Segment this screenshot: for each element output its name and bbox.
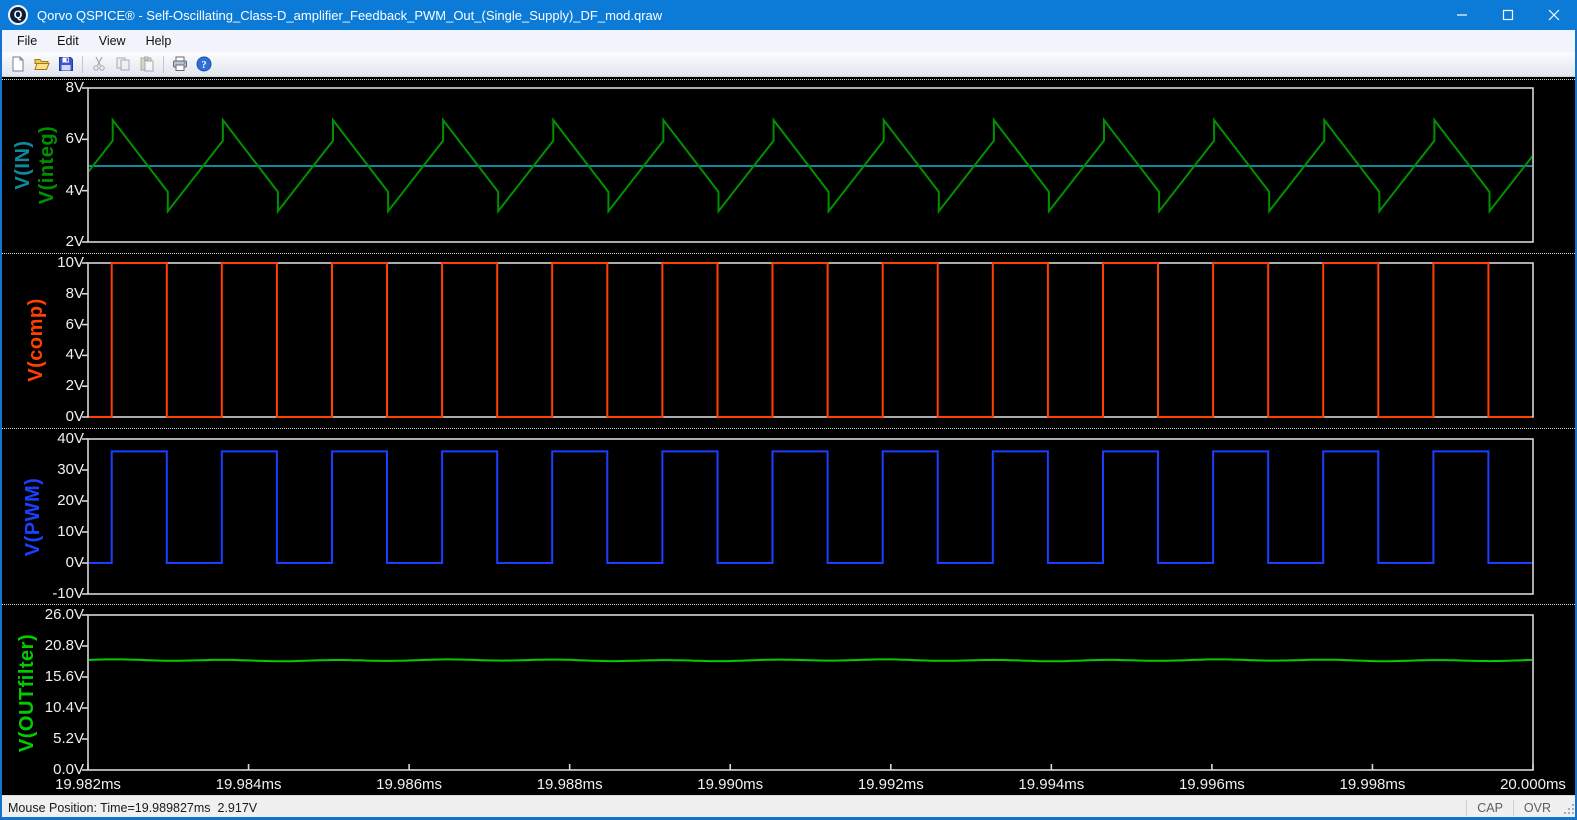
new-document-button[interactable] [6, 53, 30, 75]
trace-label-v-integ-[interactable]: V(integ) [36, 126, 58, 204]
x-tick-label: 20.000ms [1500, 776, 1566, 793]
svg-text:?: ? [202, 60, 207, 71]
x-tick-label: 19.990ms [697, 776, 764, 793]
pane-2-frame [87, 262, 1534, 418]
window-title: Qorvo QSPICE® - Self-Oscillating_Class-D… [37, 7, 663, 23]
window-controls [1439, 0, 1577, 30]
menu-edit[interactable]: Edit [47, 32, 89, 50]
open-button[interactable] [30, 53, 54, 75]
copy-button[interactable] [111, 53, 135, 75]
cut-button[interactable] [87, 53, 111, 75]
x-tick-label: 19.998ms [1339, 776, 1406, 793]
resize-grip-icon [1564, 804, 1574, 814]
y-tick-label: 40V [57, 430, 84, 447]
menubar: File Edit View Help [0, 30, 1577, 52]
save-button[interactable] [54, 53, 78, 75]
x-tick-label: 19.982ms [55, 776, 121, 793]
maximize-button[interactable] [1485, 0, 1531, 30]
trace-v-outfilter- [89, 658, 1532, 663]
help-button[interactable]: ? [192, 53, 216, 75]
save-icon [59, 57, 73, 71]
trace-label-v-pwm-[interactable]: V(PWM) [22, 477, 44, 556]
pane-separator[interactable] [0, 253, 1577, 254]
y-tick-label: 10V [57, 254, 84, 271]
toolbar-separator [163, 55, 164, 73]
caps-lock-indicator: CAP [1477, 801, 1503, 815]
y-tick-label: 0V [65, 554, 84, 571]
pane-3-frame [87, 438, 1534, 595]
help-icon: ? [196, 56, 212, 72]
paste-button[interactable] [135, 53, 159, 75]
x-tick-label: 19.984ms [215, 776, 282, 793]
waveform-svg [82, 87, 1534, 771]
trace-label-v-in-[interactable]: V(IN) [12, 140, 34, 189]
print-icon [173, 56, 187, 71]
close-button[interactable] [1531, 0, 1577, 30]
waveform-plot-area[interactable]: 8V 6V 4V 2V V(IN) V(integ) 10V 8V 6V 4V 2V 0V V(comp… [0, 77, 1577, 795]
app-icon-letter: Q [13, 9, 23, 21]
x-tick-label: 19.988ms [536, 776, 603, 793]
pane-separator[interactable] [0, 604, 1577, 605]
y-tick-label: 8V [65, 79, 84, 96]
x-tick-label: 19.994ms [1018, 776, 1085, 793]
mouse-position-text: Mouse Position: Time=19.989827ms 2.917V [8, 801, 258, 815]
minimize-button[interactable] [1439, 0, 1485, 30]
x-tick-label: 19.992ms [857, 776, 924, 793]
menu-help[interactable]: Help [136, 32, 182, 50]
minimize-icon [1457, 14, 1467, 16]
print-button[interactable] [168, 53, 192, 75]
pane-separator[interactable] [0, 428, 1577, 429]
titlebar: Q Qorvo QSPICE® - Self-Oscillating_Class… [0, 0, 1577, 30]
qspice-app-icon: Q [8, 5, 28, 25]
trace-label-v-outfilter-[interactable]: V(OUTfilter) [16, 633, 38, 751]
y-tick-label: 10.4V [44, 699, 84, 716]
window-border-left [0, 30, 2, 818]
pane-separator[interactable] [0, 79, 1577, 80]
y-tick-label: 0V [65, 408, 84, 425]
menu-view[interactable]: View [89, 32, 136, 50]
close-icon [1548, 9, 1560, 21]
x-tick-label: 19.996ms [1178, 776, 1245, 793]
menu-file[interactable]: File [7, 32, 47, 50]
copy-icon [116, 57, 130, 71]
y-tick-label: -10V [52, 585, 84, 602]
qspice-window: Q Qorvo QSPICE® - Self-Oscillating_Class… [0, 0, 1577, 820]
toolbar: ? [0, 52, 1577, 77]
x-tick-label: 19.986ms [376, 776, 443, 793]
y-tick-label: 30V [57, 461, 84, 478]
overwrite-indicator: OVR [1523, 801, 1551, 815]
pane-4-frame [87, 614, 1534, 771]
trace-label-v-comp-[interactable]: V(comp) [25, 298, 47, 382]
y-tick-label: 2V [65, 233, 84, 250]
y-tick-label: 5.2V [53, 730, 84, 747]
open-folder-icon [34, 59, 50, 70]
toolbar-separator [82, 55, 83, 73]
cut-icon [93, 56, 105, 71]
paste-icon [140, 56, 154, 72]
new-document-icon [12, 56, 24, 72]
trace-v-comp- [89, 262, 1532, 418]
y-tick-label: 26.0V [44, 606, 84, 623]
y-tick-label: 15.6V [44, 668, 84, 685]
trace-v-pwm- [89, 450, 1532, 564]
y-tick-label: 20.8V [44, 637, 84, 654]
maximize-icon [1502, 9, 1514, 21]
